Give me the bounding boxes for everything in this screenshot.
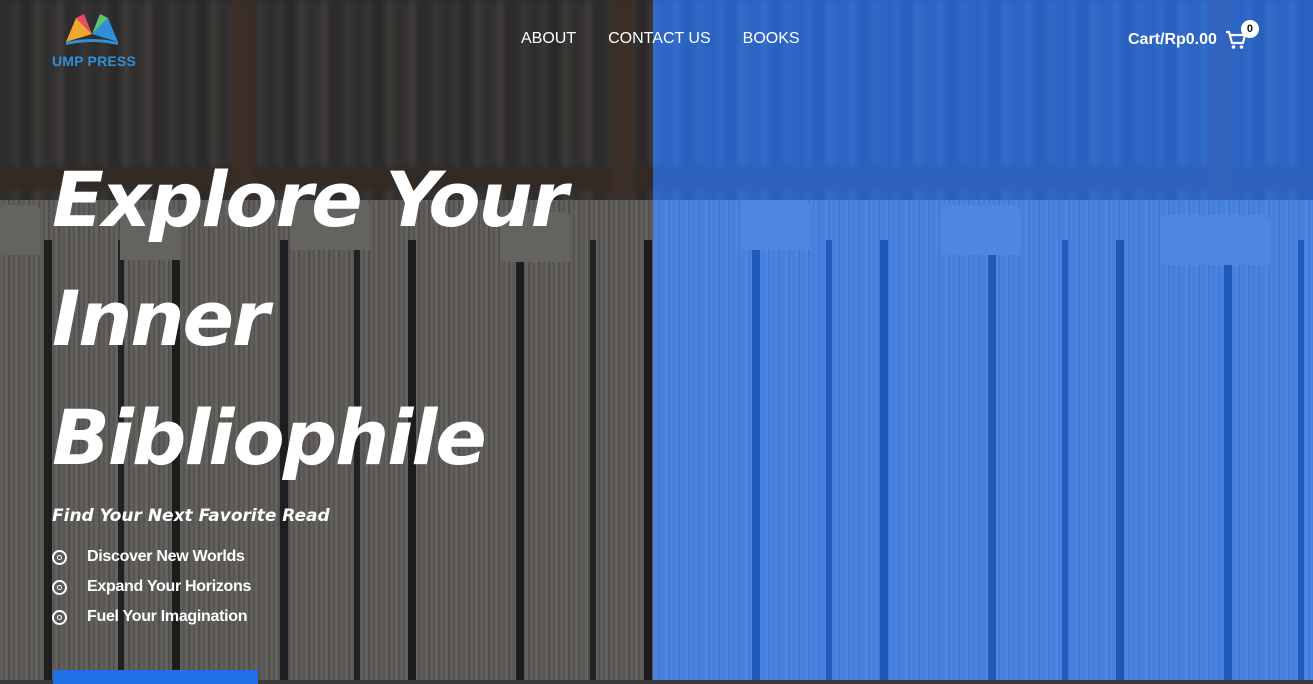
logo[interactable]: UMP PRESS — [52, 12, 137, 70]
ring-icon — [52, 609, 67, 625]
cart-count-badge: 0 — [1240, 20, 1259, 38]
feature-item: Fuel Your Imagination — [52, 602, 251, 632]
hero-title-line: Inner — [52, 274, 270, 363]
hero-title: Explore Your Inner Bibliophile — [52, 140, 652, 497]
hero-subtitle: Find Your Next Favorite Read — [52, 506, 330, 526]
feature-list: Discover New Worlds Expand Your Horizons… — [52, 542, 251, 632]
main-nav: ABOUT CONTACT US BOOKS — [521, 30, 800, 48]
nav-item-contact-us[interactable]: CONTACT US — [608, 30, 711, 48]
cart-link[interactable]: Cart/Rp0.00 0 — [1128, 20, 1259, 50]
ring-icon — [52, 579, 67, 595]
open-book-logo-icon — [66, 14, 118, 45]
cta-button[interactable] — [53, 670, 258, 684]
feature-text: Discover New Worlds — [87, 548, 245, 565]
feature-item: Expand Your Horizons — [52, 572, 251, 602]
brand-name: UMP PRESS — [52, 53, 137, 69]
cart-total: Cart/Rp0.00 — [1128, 31, 1217, 48]
blue-overlay — [653, 0, 1313, 680]
ring-icon — [52, 549, 67, 565]
nav-item-about[interactable]: ABOUT — [521, 30, 576, 48]
hero-title-line: Explore Your — [52, 155, 568, 244]
nav-item-books[interactable]: BOOKS — [743, 30, 800, 48]
feature-item: Discover New Worlds — [52, 542, 251, 572]
cart-icon: 0 — [1225, 20, 1259, 50]
feature-text: Expand Your Horizons — [87, 578, 252, 595]
hero-title-line: Bibliophile — [52, 393, 487, 482]
feature-text: Fuel Your Imagination — [87, 608, 248, 625]
